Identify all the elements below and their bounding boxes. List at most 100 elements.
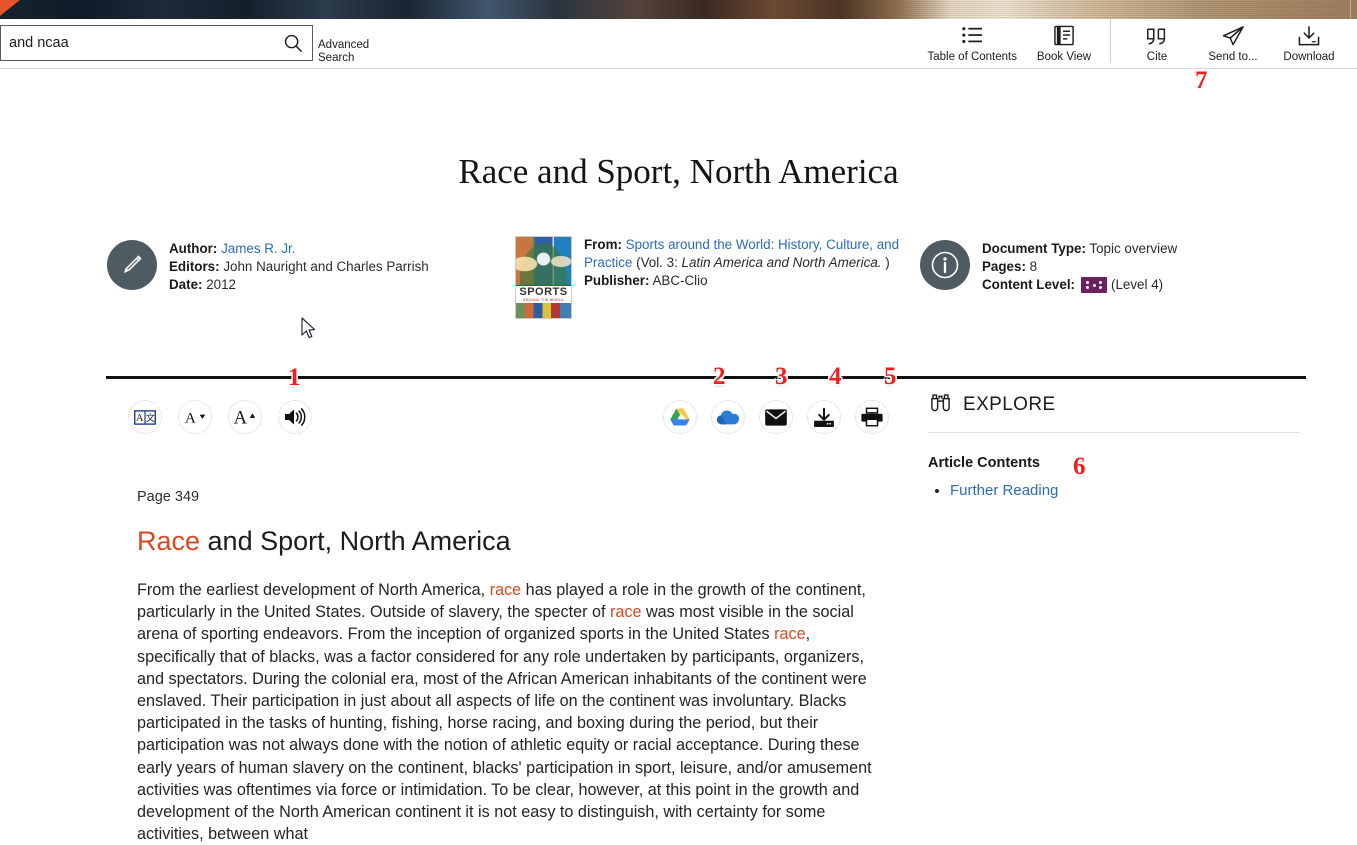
- search-box[interactable]: [0, 25, 313, 61]
- send-to-button[interactable]: Send to...: [1195, 19, 1271, 64]
- book-cover-art: [516, 237, 571, 286]
- list-icon: [961, 23, 983, 49]
- pen-brush-icon: [107, 240, 157, 290]
- download-button-header[interactable]: Download: [1271, 19, 1347, 64]
- article-heading-rest: and Sport, North America: [200, 526, 511, 556]
- info-circle-icon: [920, 240, 970, 290]
- decrease-font-button[interactable]: A: [178, 400, 212, 434]
- article-body-text: From the earliest development of North A…: [137, 579, 882, 845]
- speaker-icon: [285, 408, 306, 426]
- share-tools-toolbar: [663, 400, 889, 434]
- book-cover-subtitle: AROUND THE WORLD: [523, 297, 564, 302]
- section-divider: [106, 376, 1306, 379]
- explore-title: EXPLORE: [963, 394, 1056, 415]
- body-text-segment: , specifically that of blacks, was a fac…: [137, 625, 872, 844]
- banner-logo-wedge: [0, 0, 20, 19]
- svg-text:文: 文: [146, 412, 155, 424]
- book-view-button[interactable]: Book View: [1026, 19, 1102, 64]
- reading-tools-toolbar: A 文 A A: [128, 400, 312, 434]
- explore-header: EXPLORE: [928, 392, 1300, 433]
- table-of-contents-label: Table of Contents: [927, 51, 1017, 63]
- annotation-badge-7: 7: [1195, 67, 1208, 94]
- metadata-row: Author: James R. Jr. Editors: John Nauri…: [0, 236, 1357, 336]
- search-term-highlight[interactable]: race: [774, 625, 806, 643]
- translate-button[interactable]: A 文: [128, 400, 162, 434]
- volume-suffix: ): [885, 255, 890, 270]
- book-cover-title-band: SPORTS AROUND THE WORLD: [516, 285, 571, 304]
- from-label: From:: [584, 237, 622, 252]
- article-heading-highlight: Race: [137, 526, 201, 556]
- pages-value: 8: [1029, 259, 1038, 274]
- metadata-source-block: SPORTS AROUND THE WORLD From: Sports aro…: [515, 236, 915, 319]
- document-type-label: Document Type:: [982, 241, 1086, 256]
- increase-font-button[interactable]: A: [228, 400, 262, 434]
- printer-icon: [861, 407, 883, 427]
- editors-label: Editors:: [169, 259, 220, 274]
- body-text-segment: From the earliest development of North A…: [137, 581, 490, 599]
- publisher-value: ABC-Clio: [652, 273, 708, 288]
- quote-icon: [1145, 23, 1169, 49]
- metadata-info-block: Document Type: Topic overview Pages: 8 C…: [920, 240, 1177, 294]
- font-decrease-icon: A: [185, 411, 206, 427]
- article-contents-list: Further Reading: [928, 482, 1308, 500]
- font-increase-icon: A: [234, 408, 256, 429]
- content-level-value: (Level 4): [1111, 277, 1164, 292]
- volume-title: Latin America and North America.: [681, 255, 882, 270]
- book-cover-thumbnail[interactable]: SPORTS AROUND THE WORLD: [515, 236, 572, 319]
- print-button[interactable]: [855, 400, 889, 434]
- editors-value: John Nauright and Charles Parrish: [223, 259, 429, 274]
- listen-button[interactable]: [278, 400, 312, 434]
- google-drive-button[interactable]: [663, 400, 697, 434]
- book-cover-title: SPORTS: [519, 285, 568, 298]
- banner-seam: [1350, 0, 1351, 19]
- search-term-highlight[interactable]: race: [610, 603, 642, 621]
- cite-button[interactable]: Cite: [1119, 19, 1195, 64]
- download-label: Download: [1283, 51, 1335, 63]
- pages-label: Pages:: [982, 259, 1026, 274]
- table-of-contents-button[interactable]: Table of Contents: [918, 19, 1026, 64]
- svg-text:A: A: [185, 411, 196, 427]
- date-label: Date:: [169, 277, 203, 292]
- onedrive-button[interactable]: [711, 400, 745, 434]
- book-icon: [1053, 23, 1075, 49]
- download-button[interactable]: [807, 400, 841, 434]
- author-value[interactable]: James R. Jr.: [221, 241, 295, 256]
- article-heading: Race and Sport, North America: [137, 525, 882, 557]
- search-term-highlight[interactable]: race: [490, 581, 522, 599]
- article-content: Page 349 Race and Sport, North America F…: [137, 489, 882, 845]
- onedrive-cloud-icon: [716, 409, 740, 424]
- metadata-author-text: Author: James R. Jr. Editors: John Nauri…: [169, 240, 429, 294]
- metadata-source-text: From: Sports around the World: History, …: [584, 236, 914, 319]
- header-tools-divider: [1110, 19, 1111, 63]
- article-contents-heading: Article Contents: [928, 455, 1040, 471]
- search-icon: [284, 34, 302, 52]
- advanced-search-link[interactable]: Advanced Search: [318, 39, 376, 65]
- page-title: Race and Sport, North America: [458, 152, 899, 191]
- download-icon: [1297, 23, 1321, 49]
- further-reading-link[interactable]: Further Reading: [950, 482, 1058, 499]
- volume-prefix: (Vol. 3:: [636, 255, 678, 270]
- banner-texture: [895, 0, 1357, 19]
- book-cover-photostrip: [516, 303, 571, 318]
- search-button[interactable]: [274, 26, 312, 60]
- envelope-icon: [765, 408, 787, 426]
- page-number-label: Page 349: [137, 489, 200, 505]
- publisher-label: Publisher:: [584, 273, 650, 288]
- header-bar: Advanced Search Table of Contents: [0, 19, 1357, 69]
- svg-text:A: A: [234, 408, 248, 429]
- author-label: Author:: [169, 241, 218, 256]
- email-button[interactable]: [759, 400, 793, 434]
- metadata-info-text: Document Type: Topic overview Pages: 8 C…: [982, 240, 1177, 294]
- list-item: Further Reading: [950, 482, 1308, 500]
- search-input[interactable]: [1, 27, 274, 59]
- binoculars-icon: [928, 392, 953, 418]
- send-to-label: Send to...: [1208, 51, 1258, 63]
- paper-plane-icon: [1221, 23, 1245, 49]
- content-level-badge-icon: [1081, 277, 1107, 293]
- svg-text:A: A: [136, 413, 144, 424]
- header-tools: Table of Contents Book View Cite Send to…: [918, 19, 1347, 68]
- document-type-value: Topic overview: [1089, 241, 1178, 256]
- site-banner-image: [0, 0, 1357, 19]
- translate-icon: A 文: [134, 409, 156, 425]
- content-level-label: Content Level:: [982, 277, 1075, 292]
